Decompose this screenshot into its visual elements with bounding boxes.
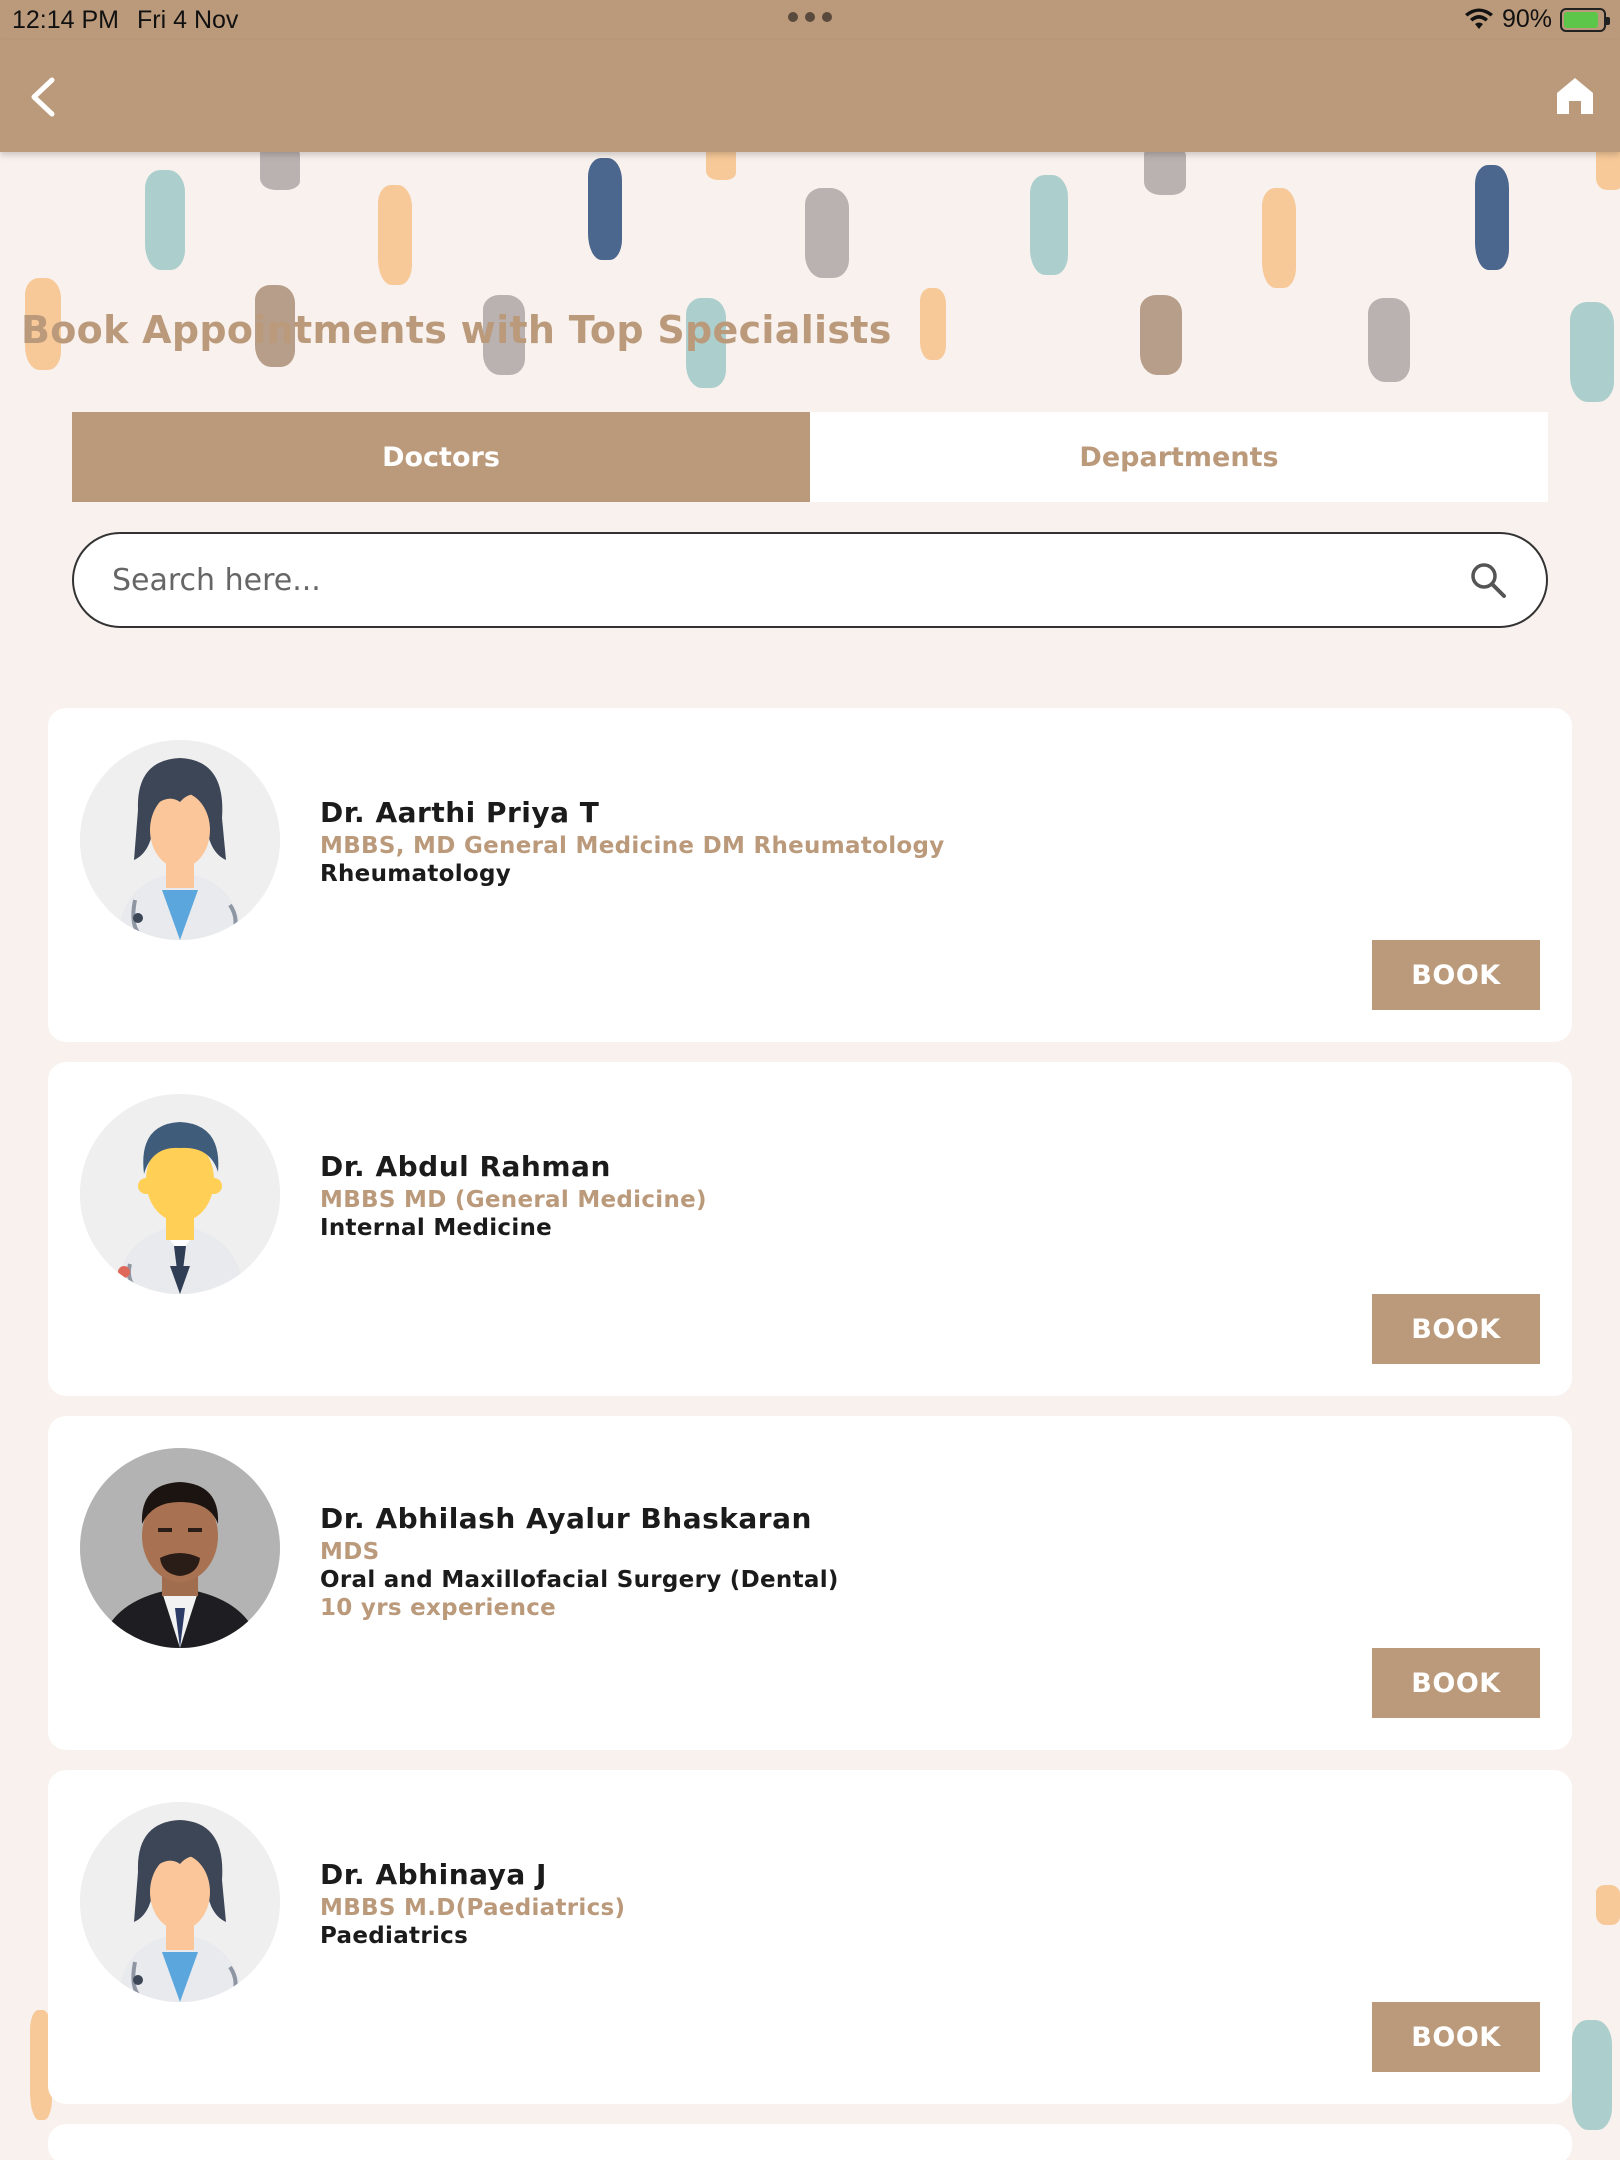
multitasking-dots-icon[interactable] [788,12,832,22]
battery-percentage: 90% [1501,5,1552,33]
doctor-card[interactable]: Dr. Abdul Rahman MBBS MD (General Medici… [48,1062,1572,1396]
wifi-icon [1464,8,1493,29]
doctor-department: Oral and Maxillofacial Surgery (Dental) [320,1567,839,1593]
doctor-card[interactable]: Dr. Abhinaya J MBBS M.D(Paediatrics) Pae… [48,1770,1572,2104]
doctor-department: Rheumatology [320,861,512,887]
book-button[interactable]: BOOK [1372,940,1540,1010]
doctor-name: Dr. Abhilash Ayalur Bhaskaran [320,1502,812,1535]
doctor-experience: 10 yrs experience [320,1595,557,1621]
doctor-name: Dr. Abdul Rahman [320,1150,611,1183]
doctor-qualification: MDS [320,1539,380,1565]
back-chevron-icon [31,77,55,117]
doctor-list: Dr. Aarthi Priya T MBBS, MD General Medi… [48,708,1572,2160]
doctor-department: Paediatrics [320,1923,469,1949]
home-button[interactable] [1552,73,1598,119]
female-doctor-avatar [80,740,280,940]
tab-doctors[interactable]: Doctors [72,412,810,502]
status-time: 12:14 PM [12,6,120,34]
search-icon[interactable] [1468,560,1508,600]
doctor-qualification: MBBS, MD General Medicine DM Rheumatolog… [320,833,945,859]
home-icon [1557,78,1593,114]
book-button[interactable]: BOOK [1372,1294,1540,1364]
doctor-qualification: MBBS MD (General Medicine) [320,1187,707,1213]
book-button[interactable]: BOOK [1372,1648,1540,1718]
doctor-department: Internal Medicine [320,1215,553,1241]
female-doctor-avatar [80,1802,280,2002]
search-bar [72,532,1548,628]
doctor-photo [80,1448,280,1648]
doctor-qualification: MBBS M.D(Paediatrics) [320,1895,626,1921]
doctor-info: Dr. Aarthi Priya T MBBS, MD General Medi… [320,796,945,888]
doctor-info: Dr. Abdul Rahman MBBS MD (General Medici… [320,1150,707,1242]
tab-departments[interactable]: Departments [810,412,1548,502]
status-bar: 12:14 PM Fri 4 Nov 90% [0,0,1620,40]
status-indicators: 90% [1464,5,1610,34]
book-button[interactable]: BOOK [1372,2002,1540,2072]
battery-charging-icon [1560,7,1610,32]
back-button[interactable] [20,72,70,122]
tab-bar: Doctors Departments [72,412,1548,502]
app-bar [0,40,1620,152]
doctor-card[interactable] [48,2124,1572,2160]
status-date: Fri 4 Nov [137,6,239,34]
doctor-name: Dr. Abhinaya J [320,1858,547,1891]
page-title: Book Appointments with Top Specialists [21,308,892,352]
search-input[interactable] [112,562,1468,598]
male-doctor-avatar [80,1094,280,1294]
doctor-name: Dr. Aarthi Priya T [320,796,600,829]
doctor-card[interactable]: Dr. Abhilash Ayalur Bhaskaran MDS Oral a… [48,1416,1572,1750]
doctor-info: Dr. Abhinaya J MBBS M.D(Paediatrics) Pae… [320,1858,625,1950]
doctor-info: Dr. Abhilash Ayalur Bhaskaran MDS Oral a… [320,1502,839,1622]
doctor-card[interactable]: Dr. Aarthi Priya T MBBS, MD General Medi… [48,708,1572,1042]
